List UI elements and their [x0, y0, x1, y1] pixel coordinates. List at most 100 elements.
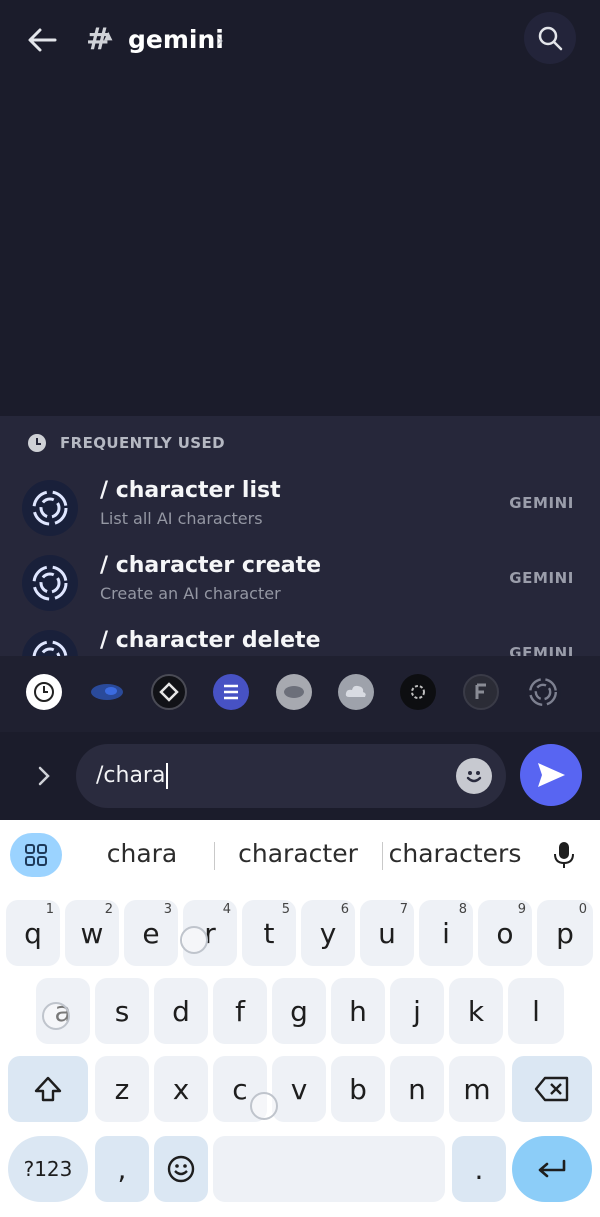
key-f[interactable]: f: [213, 978, 267, 1044]
key-t[interactable]: t5: [242, 900, 296, 966]
key-w[interactable]: w2: [65, 900, 119, 966]
app-cat-icon[interactable]: [276, 674, 312, 710]
word-suggestion[interactable]: chara: [86, 836, 198, 872]
key-y[interactable]: y6: [301, 900, 355, 966]
grid-icon: [25, 844, 47, 866]
key-label: e: [142, 916, 160, 950]
channel-header: # ▲ gemini ›: [0, 0, 600, 80]
microphone-icon: [554, 842, 574, 868]
gemini-bot-icon: [22, 630, 78, 656]
key-hint: 9: [517, 902, 526, 917]
app-blue-icon[interactable]: [89, 674, 125, 710]
symbols-key[interactable]: ?123: [8, 1136, 88, 1202]
lock-icon: ▲: [104, 29, 113, 42]
touch-indicator: [180, 926, 208, 954]
message-input-bar: /chara: [0, 732, 600, 820]
key-h[interactable]: h: [331, 978, 385, 1044]
key-i[interactable]: i8: [419, 900, 473, 966]
enter-key[interactable]: [512, 1136, 592, 1202]
send-icon: [538, 763, 565, 787]
key-label: o: [496, 916, 514, 950]
keyboard-suggestion-row: chara character characters: [0, 820, 600, 890]
command-name: / character delete: [100, 628, 321, 653]
emoji-button[interactable]: [456, 758, 492, 794]
key-hint: 3: [163, 902, 172, 917]
key-s[interactable]: s: [95, 978, 149, 1044]
backspace-key[interactable]: [512, 1056, 592, 1122]
back-button[interactable]: [20, 18, 64, 62]
command-source: GEMINI: [509, 494, 574, 512]
message-input-text: /chara: [96, 763, 166, 788]
command-item[interactable]: / character list List all AI characters …: [0, 472, 600, 544]
shift-key[interactable]: [8, 1056, 88, 1122]
word-suggestion[interactable]: characters: [388, 836, 522, 872]
key-d[interactable]: d: [154, 978, 208, 1044]
key-k[interactable]: k: [449, 978, 503, 1044]
period-key[interactable]: .: [452, 1136, 506, 1202]
app-f-icon[interactable]: [463, 674, 499, 710]
shift-icon: [34, 1076, 62, 1102]
smiley-icon: [167, 1155, 195, 1183]
key-b[interactable]: b: [331, 1056, 385, 1122]
send-button[interactable]: [520, 744, 582, 806]
key-u[interactable]: u7: [360, 900, 414, 966]
keyboard-menu-button[interactable]: [10, 833, 62, 877]
soft-keyboard: chara character characters q1 w2 e3 r4 t…: [0, 820, 600, 1217]
key-hint: 1: [45, 902, 54, 917]
key-hint: 4: [222, 902, 231, 917]
gemini-bot-icon: [22, 480, 78, 536]
suggestion-divider: [382, 842, 383, 870]
key-p[interactable]: p0: [537, 900, 593, 966]
gemini-app-icon[interactable]: [525, 674, 561, 710]
command-description: Create an AI character: [100, 584, 281, 603]
key-label: i: [442, 916, 450, 950]
touch-indicator: [42, 1002, 70, 1030]
command-item[interactable]: / character delete GEMINI: [0, 622, 600, 656]
recent-clock-icon[interactable]: [26, 674, 62, 710]
key-label: p: [556, 916, 574, 950]
command-name: / character list: [100, 478, 281, 503]
key-label: u: [378, 916, 396, 950]
key-l[interactable]: l: [508, 978, 564, 1044]
app-cloud-icon[interactable]: [338, 674, 374, 710]
key-e[interactable]: e3: [124, 900, 178, 966]
command-suggestions-panel: FREQUENTLY USED / character list List al…: [0, 416, 600, 656]
gemini-bot-icon: [22, 555, 78, 611]
command-item[interactable]: / character create Create an AI characte…: [0, 547, 600, 619]
key-q[interactable]: q1: [6, 900, 60, 966]
key-x[interactable]: x: [154, 1056, 208, 1122]
key-label: t: [263, 916, 275, 950]
channel-title[interactable]: gemini: [128, 22, 224, 58]
key-label: q: [24, 916, 42, 950]
section-header: FREQUENTLY USED: [28, 434, 225, 452]
app-diamond-icon[interactable]: [151, 674, 187, 710]
key-hint: 0: [578, 902, 587, 917]
key-n[interactable]: n: [390, 1056, 444, 1122]
suggestion-divider: [214, 842, 215, 870]
key-v[interactable]: v: [272, 1056, 326, 1122]
smiley-icon: [466, 771, 482, 783]
key-g[interactable]: g: [272, 978, 326, 1044]
voice-input-button[interactable]: [538, 833, 590, 877]
section-title: FREQUENTLY USED: [60, 434, 225, 452]
message-input[interactable]: /chara: [76, 744, 506, 808]
comma-key[interactable]: ,: [95, 1136, 149, 1202]
clock-icon: [28, 434, 46, 452]
chevron-right-icon[interactable]: ›: [216, 24, 224, 56]
key-label: y: [319, 916, 337, 950]
command-name: / character create: [100, 553, 322, 578]
expand-button[interactable]: [28, 760, 60, 792]
search-button[interactable]: [524, 12, 576, 64]
search-icon: [538, 26, 563, 51]
key-z[interactable]: z: [95, 1056, 149, 1122]
command-description: List all AI characters: [100, 509, 263, 528]
key-m[interactable]: m: [449, 1056, 505, 1122]
app-list-icon[interactable]: [213, 674, 249, 710]
key-j[interactable]: j: [390, 978, 444, 1044]
key-o[interactable]: o9: [478, 900, 532, 966]
word-suggestion[interactable]: character: [228, 836, 368, 872]
emoji-key[interactable]: [154, 1136, 208, 1202]
app-gear-icon[interactable]: [400, 674, 436, 710]
space-key[interactable]: [213, 1136, 445, 1202]
key-label: w: [80, 916, 104, 950]
